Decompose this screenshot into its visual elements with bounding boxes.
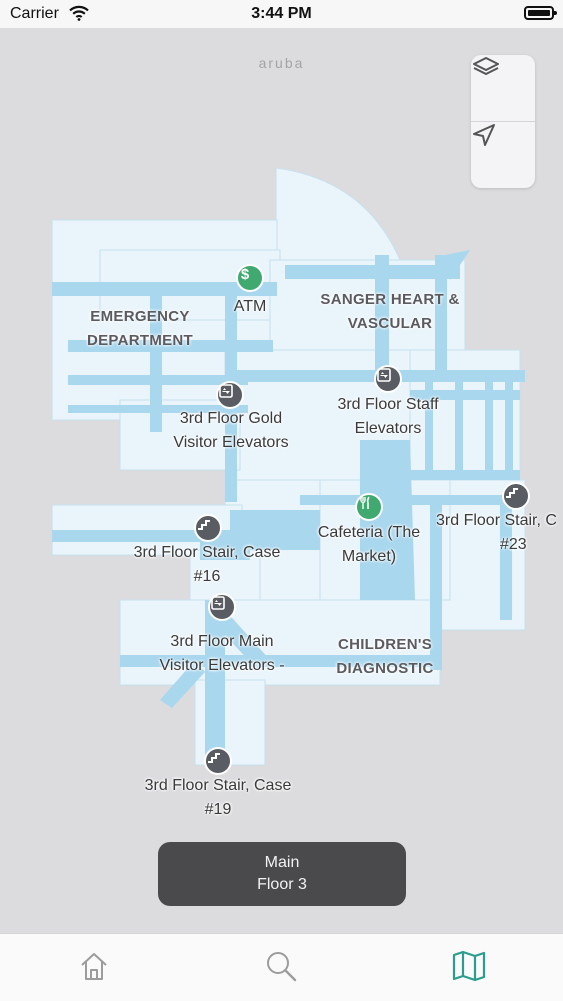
poi-label-gold-elevators: 3rd Floor Gold Visitor Elevators (173, 410, 289, 451)
poi-label-main-elevators: 3rd Floor Main Visitor Elevators - (159, 633, 285, 674)
stairs-icon (506, 488, 518, 498)
stairs-icon (208, 753, 220, 763)
building-name: Main (264, 854, 300, 871)
stair-23-marker[interactable] (502, 482, 530, 510)
layers-button[interactable] (471, 55, 535, 122)
clock: 3:44 PM (251, 5, 312, 22)
area-label-sanger-heart: SANGER HEART & VASCULAR (320, 291, 460, 332)
elevator-icon (211, 596, 225, 610)
staff-elevators-marker[interactable] (374, 365, 402, 393)
poi-label-cafeteria: Cafeteria (The Market) (317, 524, 421, 565)
elevator-icon (377, 368, 391, 382)
floor-selector-button[interactable]: Main Floor 3 (158, 842, 406, 906)
poi-label-stair-23: 3rd Floor Stair, C #23 (436, 512, 557, 553)
gold-elevators-marker[interactable] (216, 381, 244, 409)
tab-home[interactable] (74, 946, 114, 986)
map-controls (471, 55, 535, 188)
poi-label-stair-19: 3rd Floor Stair, Case #19 (144, 777, 292, 818)
poi-label-atm: ATM (233, 298, 267, 315)
cafeteria-marker[interactable] (355, 493, 383, 521)
area-label-childrens-diagnostic: CHILDREN'S DIAGNOSTIC (336, 636, 434, 677)
floor-name: Floor 3 (257, 876, 307, 893)
map-icon (452, 950, 486, 982)
tab-search[interactable] (261, 946, 301, 986)
svg-text:$: $ (241, 266, 250, 282)
layers-icon (473, 57, 499, 75)
dollar-icon: $ (241, 266, 250, 282)
fork-knife-icon (360, 496, 370, 509)
poi-label-staff-elevators: 3rd Floor Staff Elevators (337, 396, 439, 437)
home-icon (81, 953, 107, 980)
atm-marker[interactable]: $ (236, 264, 264, 292)
tab-bar (0, 933, 563, 1001)
elevator-icon (219, 384, 233, 398)
main-elevators-marker[interactable] (208, 593, 236, 621)
floor-map[interactable]: aruba EMERGENCY DEPARTMENT SANGER HEART &… (0, 28, 563, 933)
search-icon (267, 952, 297, 982)
tab-map[interactable] (449, 946, 489, 986)
location-arrow-icon (473, 124, 495, 146)
battery-icon (524, 6, 557, 20)
poi-label-stair-16: 3rd Floor Stair, Case #16 (133, 544, 281, 585)
locate-me-button[interactable] (471, 122, 535, 188)
stairs-icon (198, 520, 210, 530)
stair-19-marker[interactable] (204, 747, 232, 775)
area-label-emergency: EMERGENCY DEPARTMENT (86, 308, 194, 349)
status-bar: Carrier 3:44 PM (0, 0, 563, 28)
stair-16-marker[interactable] (194, 514, 222, 542)
